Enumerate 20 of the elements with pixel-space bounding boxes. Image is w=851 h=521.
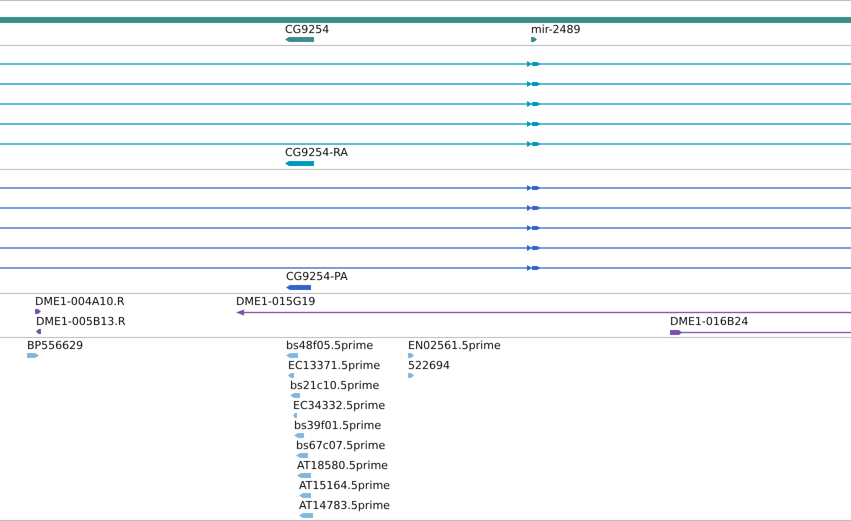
- feature-label: EC13371.5prime: [288, 360, 380, 372]
- feature-label: bs67c07.5prime: [296, 440, 386, 452]
- feature-label: bs48f05.5prime: [286, 340, 374, 352]
- feature-label: DME1-015G19: [236, 296, 316, 308]
- feature-label: BP556629: [27, 340, 84, 352]
- feature-label: EC34332.5prime: [293, 400, 386, 412]
- feature-label: bs39f01.5prime: [294, 420, 382, 432]
- feature-label: DME1-005B13.R: [36, 316, 126, 328]
- feature-label: bs21c10.5prime: [290, 380, 380, 392]
- feature-label: AT18580.5prime: [297, 460, 388, 472]
- feature-label: CG9254-RA: [285, 147, 348, 159]
- feature-label: DME1-004A10.R: [35, 296, 125, 308]
- feature-label: CG9254-PA: [286, 271, 348, 283]
- feature-label: AT15164.5prime: [299, 480, 390, 492]
- feature-label: CG9254: [285, 24, 330, 36]
- feature-label: 522694: [408, 360, 450, 372]
- feature-label: mir-2489: [531, 24, 581, 36]
- feature-label: EN02561.5prime: [408, 340, 501, 352]
- feature-label: AT14783.5prime: [299, 500, 390, 512]
- feature-label: DME1-016B24: [670, 316, 748, 328]
